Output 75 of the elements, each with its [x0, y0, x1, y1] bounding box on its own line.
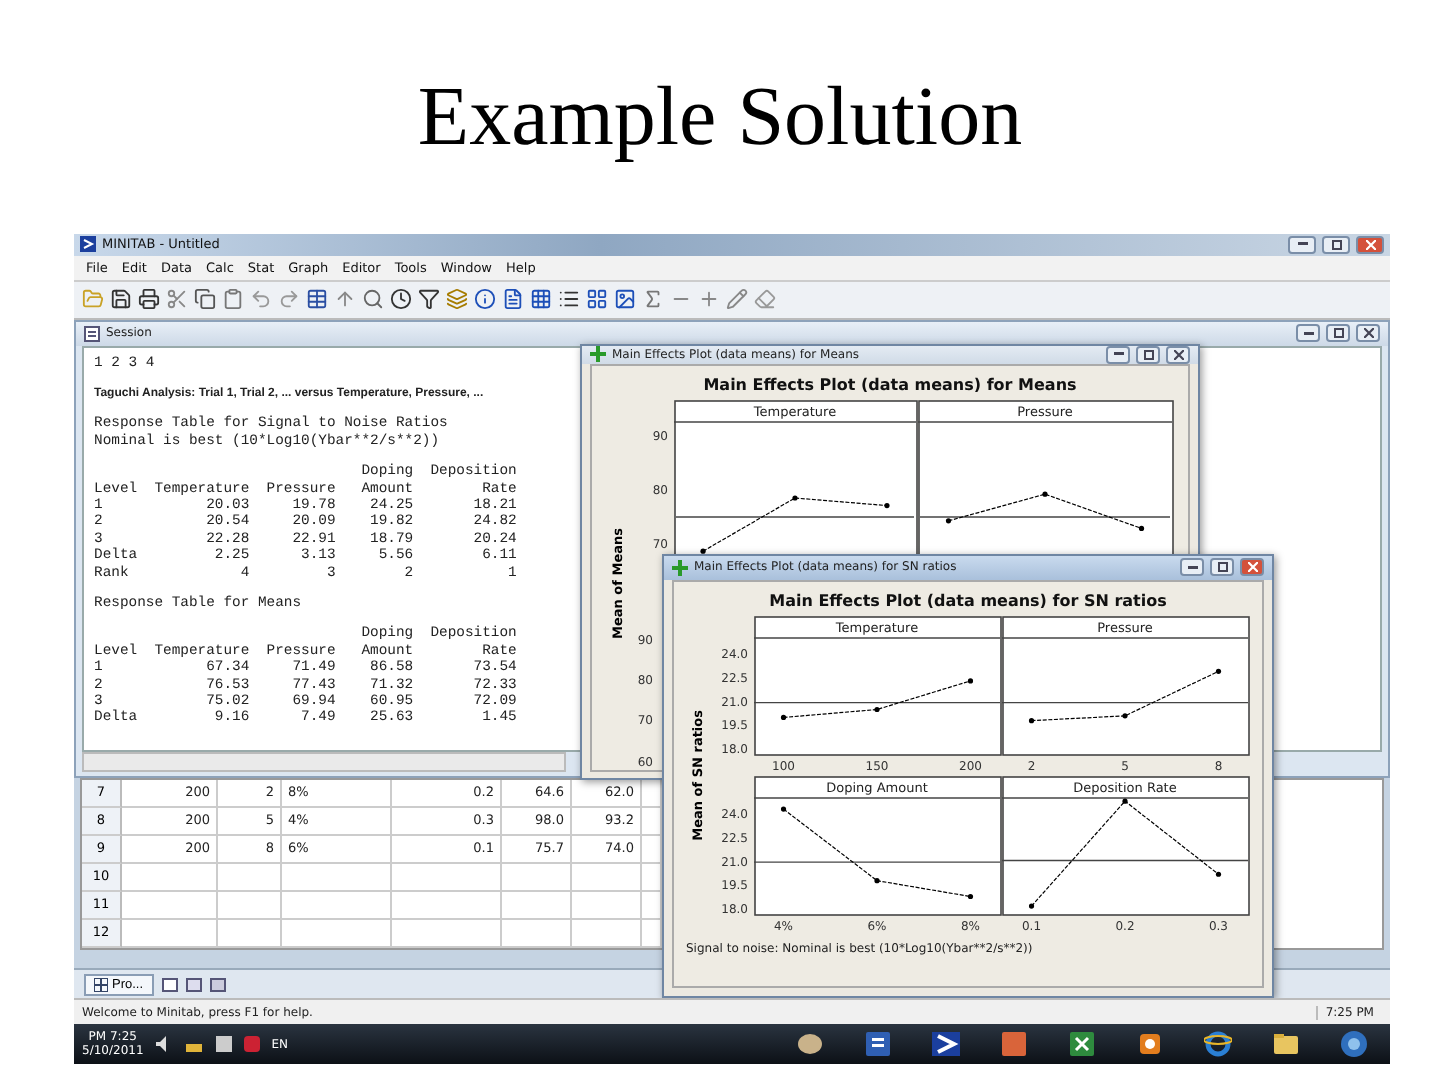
horizontal-scrollbar[interactable]: [82, 751, 566, 772]
plot-heading: Main Effects Plot (data means) for Means: [703, 375, 1077, 394]
empty-cell[interactable]: [218, 863, 282, 892]
minimize-button[interactable]: [1296, 324, 1320, 343]
browser-icon: [1204, 1030, 1232, 1059]
close-button[interactable]: [1240, 558, 1264, 577]
empty-cell[interactable]: [502, 863, 572, 892]
close-button[interactable]: [1356, 235, 1384, 254]
minimize-button[interactable]: [1180, 558, 1204, 577]
empty-cell[interactable]: [392, 891, 502, 920]
close-button[interactable]: [1166, 345, 1190, 364]
orb-icon: [1340, 1030, 1368, 1059]
undo-icon[interactable]: [250, 288, 272, 311]
slide-title: Example Solution: [417, 69, 1023, 167]
plus-icon: [590, 346, 606, 363]
grid-icon: [94, 977, 108, 992]
search-icon[interactable]: [362, 288, 384, 311]
session-icon: [84, 325, 100, 342]
minimize-button[interactable]: [1288, 235, 1316, 254]
clipboard-icon[interactable]: [222, 288, 244, 311]
printer-icon[interactable]: [138, 288, 160, 311]
close-icon: [1173, 349, 1183, 360]
maximize-button[interactable]: [1136, 345, 1160, 364]
pencil-icon[interactable]: [726, 288, 748, 311]
empty-cell[interactable]: [282, 863, 392, 892]
minimize-icon: [1303, 331, 1313, 336]
minimize-button[interactable]: [1106, 345, 1130, 364]
image-icon[interactable]: [614, 288, 636, 311]
maximize-icon: [1217, 562, 1227, 573]
document-icon[interactable]: [502, 288, 524, 311]
maximize-button[interactable]: [1326, 324, 1350, 343]
app-logo-icon: [80, 236, 96, 253]
maximize-icon: [1143, 349, 1153, 360]
empty-cell[interactable]: [282, 919, 392, 948]
sigma-icon[interactable]: [642, 288, 664, 311]
close-icon: [1247, 562, 1257, 573]
close-icon: [1363, 328, 1373, 339]
plot-heading: Main Effects Plot (data means) for SN ratios: [769, 591, 1167, 610]
minimize-icon: [1297, 242, 1307, 247]
empty-cell[interactable]: [572, 863, 642, 892]
save-icon[interactable]: [110, 288, 132, 311]
folder-icon: [1272, 1030, 1300, 1059]
play-icon: [1136, 1030, 1164, 1059]
plus-icon: [672, 559, 688, 576]
empty-cell[interactable]: [572, 919, 642, 948]
empty-cell[interactable]: [572, 891, 642, 920]
document-icon: [864, 1030, 892, 1059]
maximize-button[interactable]: [1322, 235, 1350, 254]
empty-cell[interactable]: [392, 863, 502, 892]
copy-icon[interactable]: [194, 288, 216, 311]
tiles-icon[interactable]: [586, 288, 608, 311]
minimize-icon: [1113, 352, 1123, 357]
minimize-icon: [1187, 565, 1197, 570]
maximize-icon: [1331, 239, 1341, 250]
maximize-icon: [1333, 328, 1343, 339]
up-arrow-icon[interactable]: [334, 288, 356, 311]
empty-cell[interactable]: [502, 919, 572, 948]
list-icon[interactable]: [558, 288, 580, 311]
grid-icon[interactable]: [530, 288, 552, 311]
close-icon: [1365, 239, 1375, 250]
chevron-icon: [932, 1030, 960, 1059]
empty-cell[interactable]: [392, 919, 502, 948]
empty-cell[interactable]: [218, 891, 282, 920]
empty-cell[interactable]: [218, 919, 282, 948]
plus-sign-icon[interactable]: [698, 288, 720, 311]
clock-icon[interactable]: [390, 288, 412, 311]
filter-icon[interactable]: [418, 288, 440, 311]
eraser-icon[interactable]: [754, 288, 776, 311]
spreadsheet-icon: [1068, 1030, 1096, 1059]
close-button[interactable]: [1356, 324, 1380, 343]
info-icon[interactable]: [474, 288, 496, 311]
table-icon[interactable]: [306, 288, 328, 311]
empty-cell[interactable]: [282, 891, 392, 920]
empty-cell[interactable]: [502, 891, 572, 920]
maximize-button[interactable]: [1210, 558, 1234, 577]
